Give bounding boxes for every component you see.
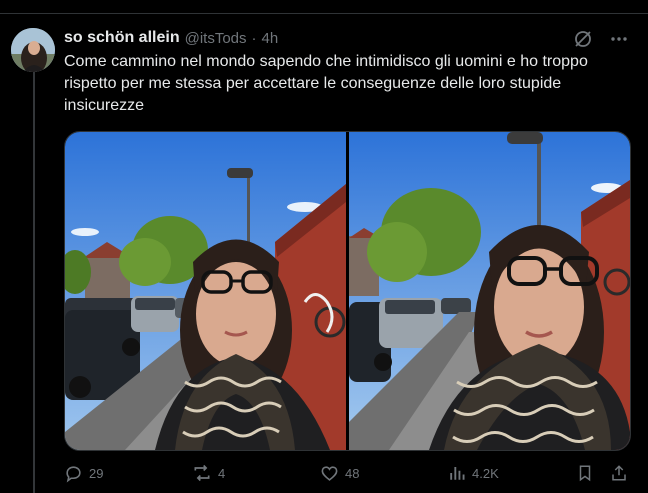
photo-1[interactable] bbox=[65, 132, 346, 450]
photo-2[interactable] bbox=[349, 132, 630, 450]
top-divider bbox=[0, 13, 648, 14]
tweet-header: so schön allein @itsTods · 4h bbox=[64, 27, 278, 49]
like-button[interactable]: 48 bbox=[320, 461, 359, 485]
retweet-icon bbox=[192, 463, 212, 483]
retweet-button[interactable]: 4 bbox=[192, 461, 225, 485]
views-button[interactable]: 4.2K bbox=[448, 461, 499, 485]
tweet-top-actions bbox=[572, 28, 630, 50]
separator-dot: · bbox=[251, 29, 257, 47]
reply-icon bbox=[64, 464, 83, 483]
tweet-actions: 29 4 48 4.2K bbox=[64, 461, 634, 485]
thread-line bbox=[33, 72, 35, 493]
retweet-count: 4 bbox=[218, 465, 226, 481]
more-icon[interactable] bbox=[608, 28, 630, 50]
like-icon bbox=[320, 464, 339, 483]
media-grid bbox=[64, 131, 631, 451]
avatar[interactable] bbox=[11, 28, 55, 72]
views-icon bbox=[448, 464, 466, 482]
tweet-text: Come cammino nel mondo sapendo che intim… bbox=[64, 53, 588, 114]
user-handle[interactable]: @itsTods bbox=[185, 30, 247, 47]
bookmark-button[interactable] bbox=[576, 461, 594, 485]
share-button[interactable] bbox=[610, 461, 628, 485]
bookmark-icon bbox=[576, 464, 594, 482]
grok-icon[interactable] bbox=[572, 28, 594, 50]
views-count: 4.2K bbox=[472, 465, 499, 481]
like-count: 48 bbox=[345, 465, 360, 481]
display-name[interactable]: so schön allein bbox=[64, 29, 180, 47]
share-icon bbox=[610, 464, 628, 482]
timestamp[interactable]: 4h bbox=[262, 30, 279, 47]
reply-button[interactable]: 29 bbox=[64, 461, 103, 485]
reply-count: 29 bbox=[89, 465, 104, 481]
